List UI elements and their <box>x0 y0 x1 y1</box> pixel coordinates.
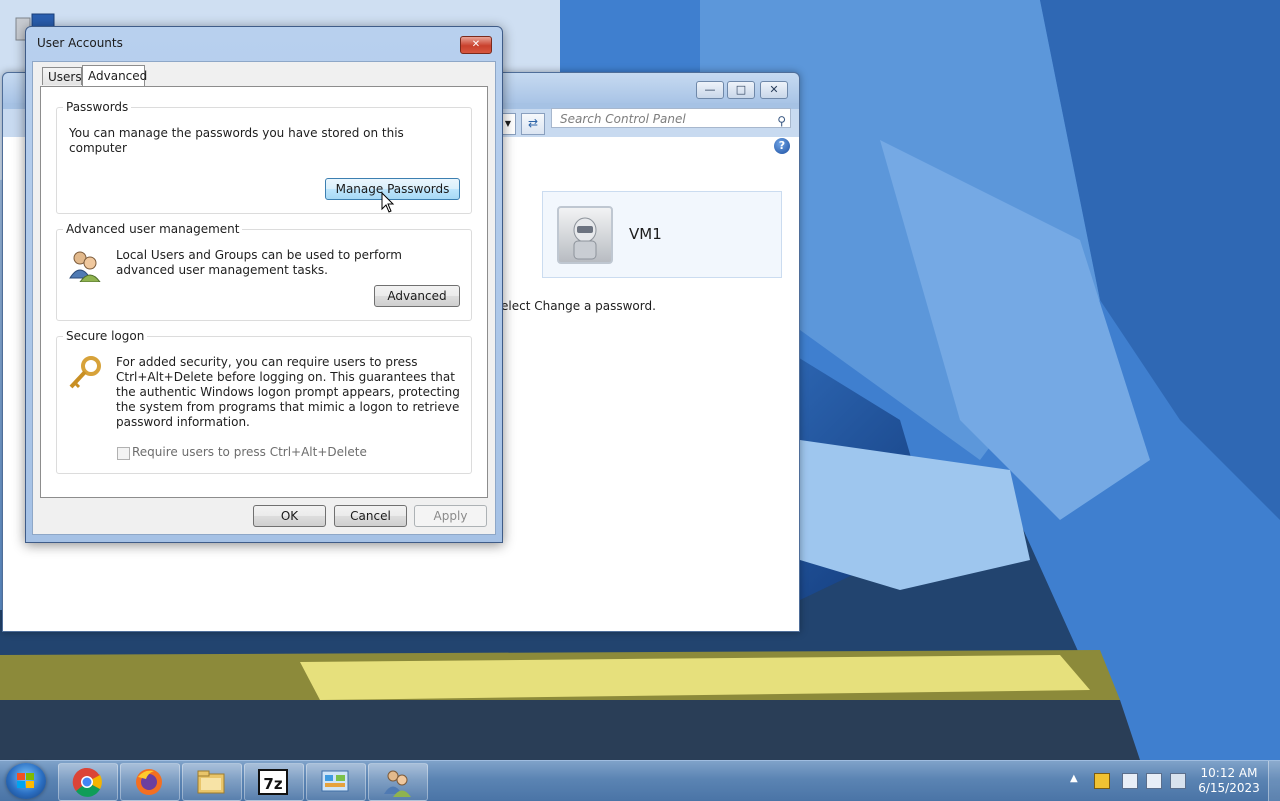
clock-date: 6/15/2023 <box>1198 781 1260 795</box>
taskbar-user-accounts-button[interactable] <box>368 763 428 801</box>
apply-button[interactable]: Apply <box>414 505 487 527</box>
advanced-user-management-heading: Advanced user management <box>63 222 243 236</box>
action-center-icon[interactable] <box>1094 773 1110 789</box>
change-password-hint: elect Change a password. <box>501 299 656 313</box>
windows-logo-icon <box>17 773 34 788</box>
chrome-icon <box>72 767 102 797</box>
dialog-body: Users Advanced Passwords You can manage … <box>32 61 496 535</box>
clock-time: 10:12 AM <box>1200 766 1258 780</box>
search-placeholder: Search Control Panel <box>560 112 686 126</box>
start-button[interactable] <box>6 763 46 799</box>
advanced-button[interactable]: Advanced <box>374 285 460 307</box>
user-accounts-icon <box>384 770 411 797</box>
taskbar-explorer-button[interactable] <box>182 763 242 801</box>
advanced-tab-panel: Passwords You can manage the passwords y… <box>40 86 488 498</box>
taskbar-firefox-button[interactable] <box>120 763 180 801</box>
secure-logon-group: Secure logon For added security, you can… <box>56 329 472 474</box>
secure-logon-description: For added security, you can require user… <box>116 355 460 429</box>
search-icon[interactable]: ⚲ <box>777 111 786 131</box>
user-avatar <box>557 206 613 264</box>
passwords-group: Passwords You can manage the passwords y… <box>56 100 472 214</box>
show-hidden-icons-icon[interactable]: ▲ <box>1070 773 1078 784</box>
dialog-close-button[interactable]: ✕ <box>460 36 492 54</box>
passwords-description: You can manage the passwords you have st… <box>69 126 404 155</box>
folder-icon <box>197 770 225 794</box>
7zip-icon: 7z <box>258 769 288 795</box>
taskbar: 7z ▲ 10:12 AM 6/15/2023 <box>0 760 1280 801</box>
advanced-user-management-group: Advanced user management Local Users and… <box>56 222 472 321</box>
taskbar-control-panel-button[interactable] <box>306 763 366 801</box>
require-ctrl-alt-delete-checkbox[interactable] <box>117 447 130 460</box>
robot-avatar-icon <box>573 217 597 260</box>
tab-users[interactable]: Users <box>42 67 82 85</box>
clock[interactable]: 10:12 AM 6/15/2023 <box>1196 766 1262 796</box>
taskbar-chrome-button[interactable] <box>58 763 118 801</box>
network-warning-icon[interactable] <box>1122 773 1138 789</box>
svg-text:7z: 7z <box>263 775 282 793</box>
users-group-icon <box>68 248 102 285</box>
key-icon <box>67 355 103 394</box>
minimize-button[interactable]: — <box>696 81 724 99</box>
user-accounts-dialog[interactable]: User Accounts ✕ Users Advanced Passwords… <box>25 26 503 543</box>
refresh-button[interactable]: ⇄ <box>521 113 545 135</box>
require-ctrl-alt-delete-label[interactable]: Require users to press Ctrl+Alt+Delete <box>132 445 367 459</box>
passwords-heading: Passwords <box>63 100 132 114</box>
notification-area: ▲ <box>1070 761 1186 801</box>
volume-muted-icon[interactable] <box>1170 773 1186 789</box>
firefox-icon <box>136 769 162 795</box>
ok-button[interactable]: OK <box>253 505 326 527</box>
secure-logon-heading: Secure logon <box>63 329 148 343</box>
user-name: VM1 <box>629 225 662 243</box>
network-icon[interactable] <box>1146 773 1162 789</box>
user-tile[interactable]: VM1 <box>542 191 782 278</box>
search-input[interactable]: Search Control Panel ⚲ <box>551 108 791 128</box>
maximize-button[interactable]: □ <box>727 81 755 99</box>
help-icon[interactable]: ? <box>774 138 790 154</box>
mouse-cursor-icon <box>381 191 395 217</box>
close-button[interactable]: ✕ <box>760 81 788 99</box>
show-desktop-button[interactable] <box>1268 761 1280 801</box>
cancel-button[interactable]: Cancel <box>334 505 407 527</box>
dialog-title: User Accounts <box>37 36 123 50</box>
taskbar-7zip-button[interactable]: 7z <box>244 763 304 801</box>
advanced-user-management-description: Local Users and Groups can be used to pe… <box>116 248 402 277</box>
tab-advanced[interactable]: Advanced <box>82 65 147 87</box>
control-panel-icon <box>321 770 349 792</box>
